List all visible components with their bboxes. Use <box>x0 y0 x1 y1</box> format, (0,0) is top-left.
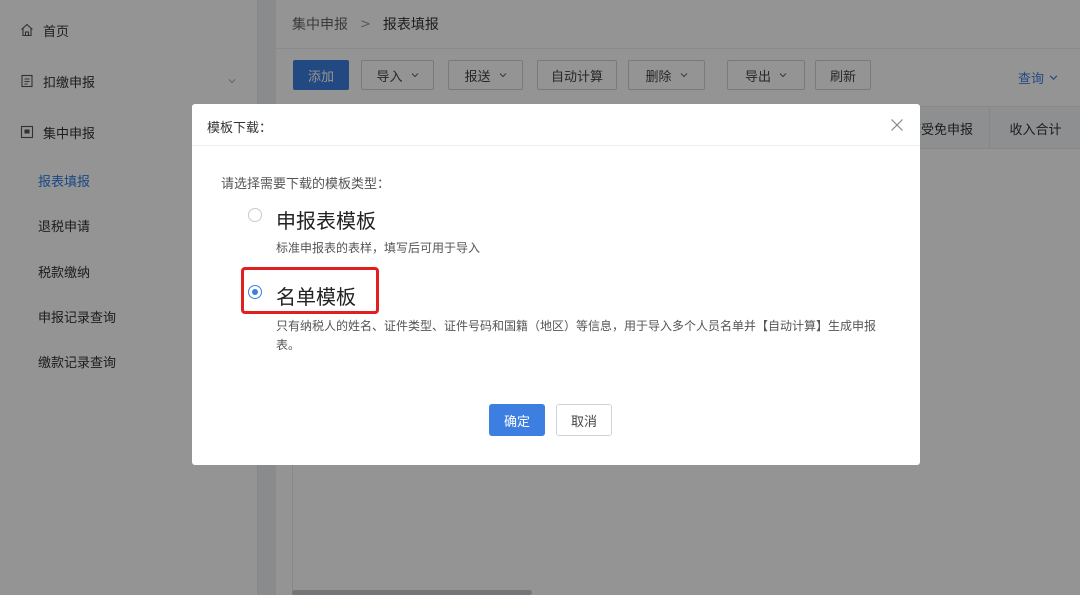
dialog-prompt: 请选择需要下载的模板类型： <box>221 177 391 192</box>
confirm-button[interactable]: 确定 <box>489 404 545 436</box>
declaration-template-desc: 标准申报表的表样，填写后可用于导入 <box>276 241 481 255</box>
dialog-title: 模板下载： <box>207 121 273 136</box>
roster-template-desc: 只有纳税人的姓名、证件类型、证件号码和国籍（地区）等信息，用于导入多个人员名单并… <box>276 319 877 352</box>
declaration-template-radio[interactable] <box>248 208 262 222</box>
cancel-button-label: 取消 <box>570 414 597 430</box>
close-icon[interactable] <box>889 117 905 133</box>
confirm-button-label: 确定 <box>503 414 530 430</box>
selection-highlight-box <box>241 267 379 314</box>
declaration-template-title[interactable]: 申报表模板 <box>276 205 376 234</box>
cancel-button[interactable]: 取消 <box>556 404 612 436</box>
dialog-header: 模板下载： <box>192 104 920 146</box>
